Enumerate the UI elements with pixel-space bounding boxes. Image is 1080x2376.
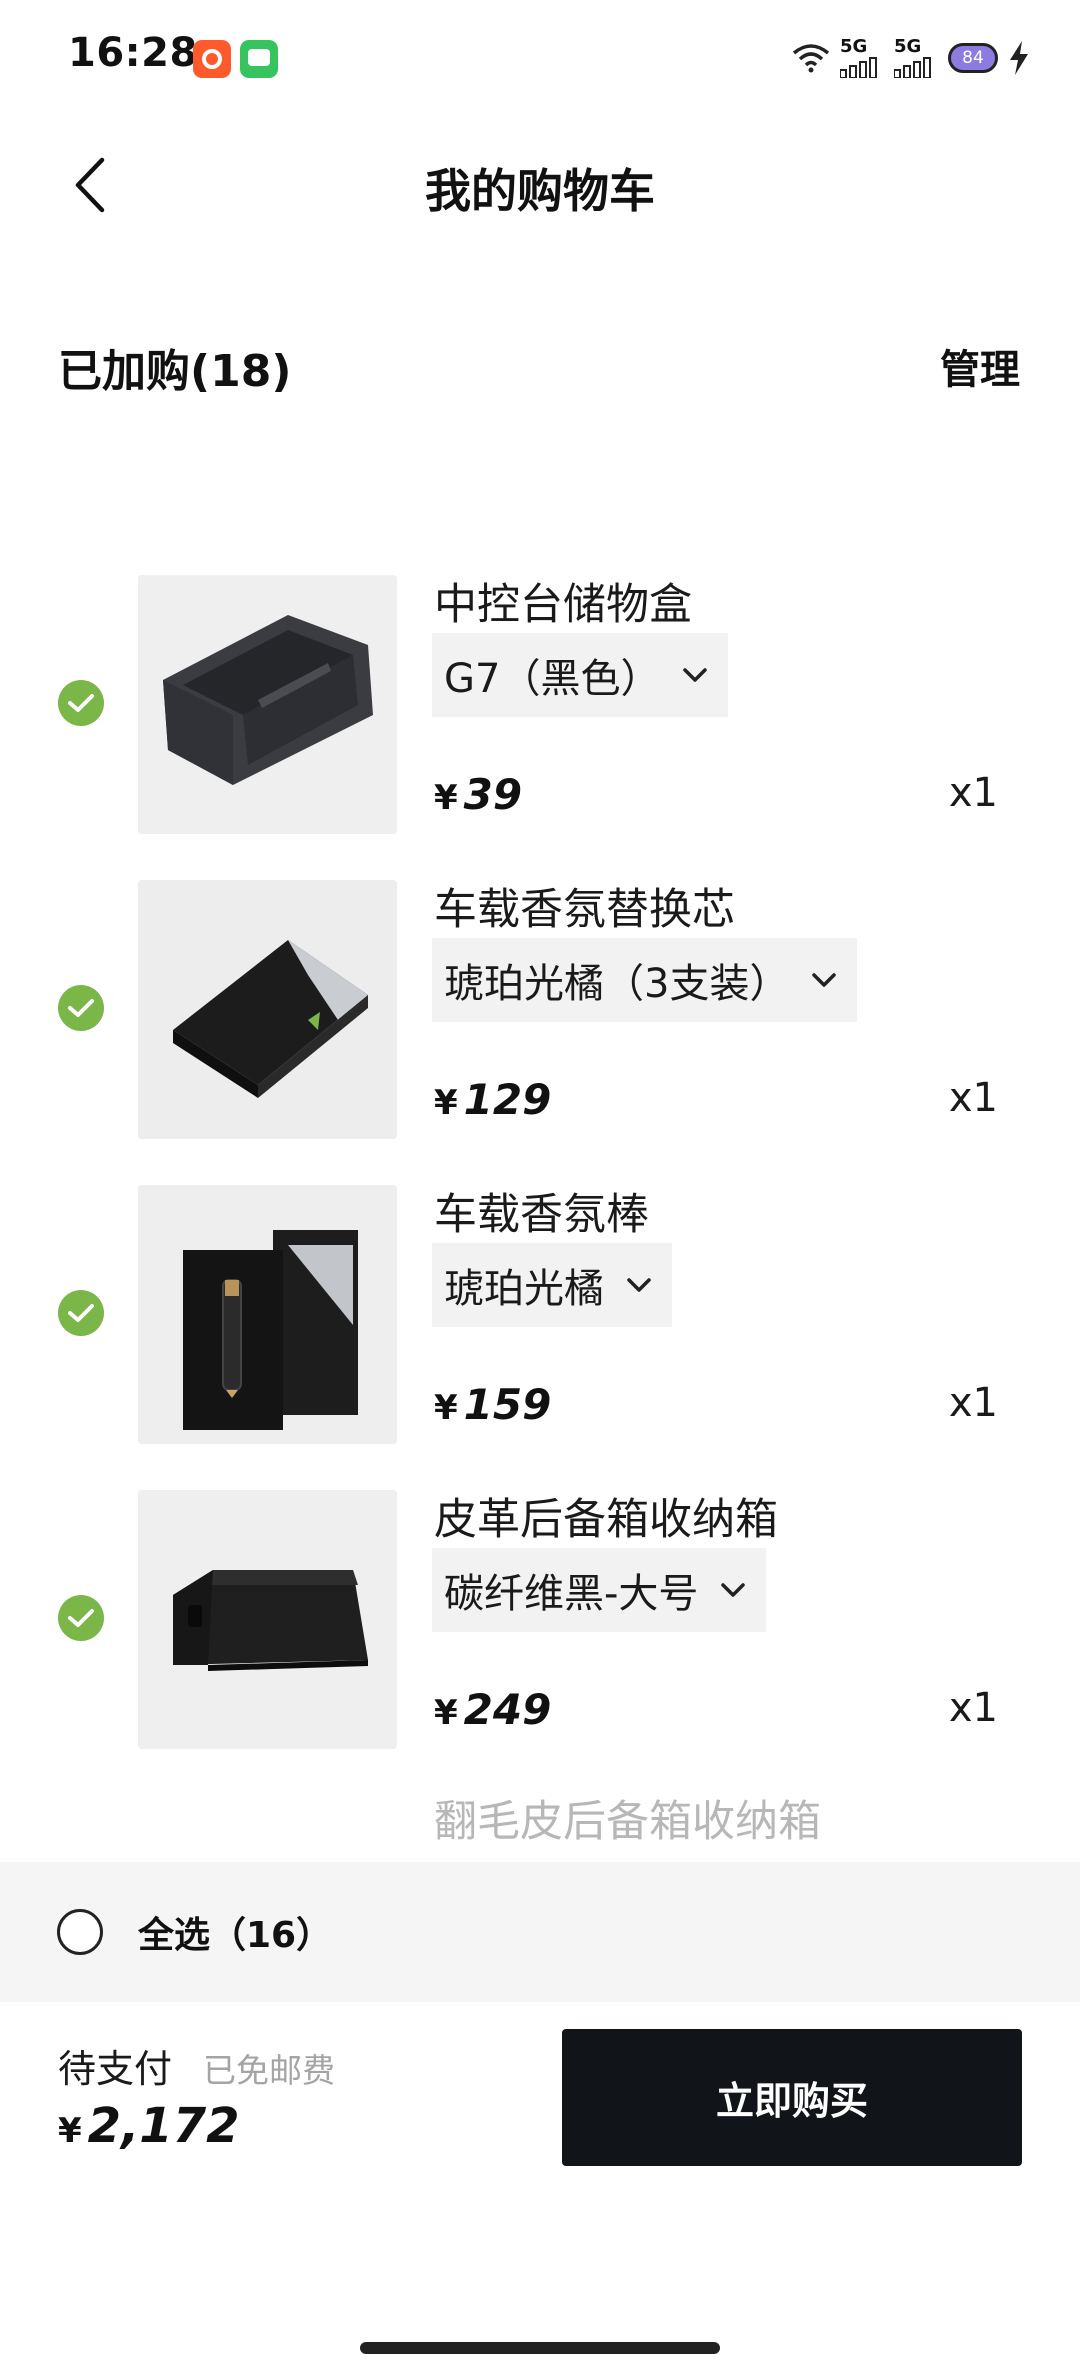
price-value: 159 [463, 1380, 552, 1429]
messages-app-icon [240, 40, 278, 78]
select-all-bar: 全选（16） [0, 1862, 1080, 2002]
currency-symbol: ¥ [434, 1388, 458, 1428]
spec-value: G7（黑色） [444, 656, 661, 702]
cart-item: 中控台储物盒 G7（黑色） ¥39 x1 [0, 575, 1080, 840]
chevron-down-icon [721, 1583, 746, 1597]
product-quantity[interactable]: x1 [949, 1075, 998, 1121]
checkmark-icon [68, 999, 94, 1017]
product-quantity[interactable]: x1 [949, 1380, 998, 1426]
cart-item: 车载香氛棒 琥珀光橘 ¥159 x1 [0, 1185, 1080, 1450]
signal-2: 5G [894, 38, 938, 78]
checkmark-icon [68, 1609, 94, 1627]
item-checkbox-checked[interactable] [58, 985, 104, 1031]
buy-now-button[interactable]: 立即购买 [562, 2029, 1022, 2166]
currency-symbol: ¥ [434, 778, 458, 818]
product-price: ¥249 [434, 1685, 551, 1734]
wifi-icon [792, 44, 830, 73]
battery-indicator: 84 [948, 43, 998, 73]
product-quantity[interactable]: x1 [949, 770, 998, 816]
status-bar: 16:28 5G 5G 84 [0, 0, 1080, 115]
cart-item: 车载香氛替换芯 琥珀光橘（3支装） ¥129 x1 [0, 880, 1080, 1145]
product-image[interactable] [138, 880, 397, 1139]
system-icons: 5G 5G 84 [792, 36, 1030, 80]
product-image[interactable] [138, 575, 397, 834]
checkmark-icon [68, 1304, 94, 1322]
shipping-note: 已免邮费 [203, 2051, 335, 2090]
network-type-1: 5G [840, 36, 868, 57]
signal-icon [894, 57, 931, 78]
partial-product-name[interactable]: 翻毛皮后备箱收纳箱 [434, 1787, 821, 1849]
spec-selector[interactable]: 碳纤维黑-大号 [432, 1548, 767, 1632]
product-image[interactable] [138, 1490, 397, 1749]
select-all-checkbox[interactable] [57, 1909, 103, 1955]
price-value: 129 [463, 1075, 552, 1124]
total-value: 2,172 [87, 2098, 240, 2154]
currency-symbol: ¥ [434, 1083, 458, 1123]
signal-icon [840, 57, 877, 78]
price-value: 39 [463, 770, 523, 819]
product-price: ¥159 [434, 1380, 551, 1429]
charging-icon [1010, 41, 1028, 75]
item-checkbox-checked[interactable] [58, 1290, 104, 1336]
checkmark-icon [68, 694, 94, 712]
select-all-label[interactable]: 全选（16） [138, 1906, 332, 1958]
cart-item: 皮革后备箱收纳箱 碳纤维黑-大号 ¥249 x1 [0, 1490, 1080, 1755]
product-name[interactable]: 中控台储物盒 [434, 577, 692, 633]
home-indicator[interactable] [360, 2342, 720, 2354]
product-price: ¥129 [434, 1075, 551, 1124]
currency-symbol: ¥ [58, 2111, 82, 2151]
product-name[interactable]: 车载香氛替换芯 [434, 882, 735, 938]
signal-1: 5G [840, 38, 884, 78]
spec-value: 琥珀光橘（3支装） [444, 961, 790, 1007]
item-checkbox-checked[interactable] [58, 680, 104, 726]
page-title: 我的购物车 [425, 164, 655, 218]
chevron-down-icon [627, 1278, 651, 1292]
spec-value: 琥珀光橘 [444, 1266, 604, 1312]
spec-value: 碳纤维黑-大号 [444, 1571, 699, 1617]
price-value: 249 [463, 1685, 552, 1734]
spec-selector[interactable]: 琥珀光橘（3支装） [432, 938, 858, 1022]
chevron-down-icon [683, 668, 708, 682]
taobao-app-icon [193, 40, 231, 78]
spec-selector[interactable]: G7（黑色） [432, 633, 729, 717]
cart-count-title: 已加购(18) [58, 346, 292, 397]
item-checkbox-checked[interactable] [58, 1595, 104, 1641]
manage-button[interactable]: 管理 [940, 337, 1020, 395]
spec-selector[interactable]: 琥珀光橘 [432, 1243, 672, 1327]
network-type-2: 5G [894, 36, 922, 57]
pay-label: 待支付 [58, 2047, 173, 2091]
product-name[interactable]: 车载香氛棒 [434, 1187, 649, 1243]
chevron-down-icon [812, 973, 837, 987]
product-name[interactable]: 皮革后备箱收纳箱 [434, 1492, 778, 1548]
product-image[interactable] [138, 1185, 397, 1444]
total-price: ¥2,172 [58, 2098, 240, 2154]
currency-symbol: ¥ [434, 1693, 458, 1733]
product-price: ¥39 [434, 770, 522, 819]
product-quantity[interactable]: x1 [949, 1685, 998, 1731]
status-time: 16:28 [68, 30, 198, 76]
